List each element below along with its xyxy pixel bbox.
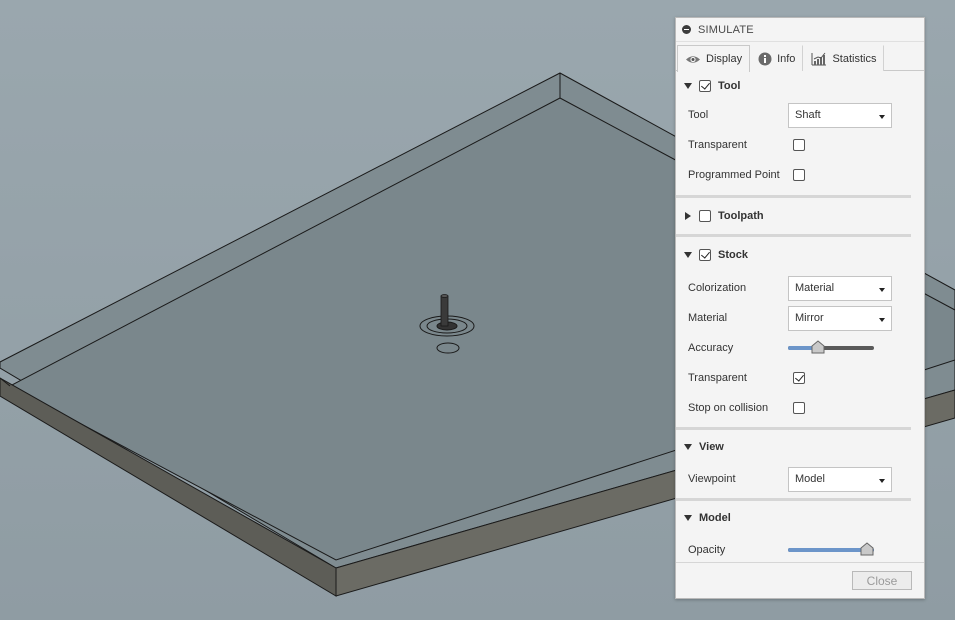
opacity-slider[interactable] bbox=[788, 542, 874, 557]
stock-transparent-checkbox[interactable] bbox=[793, 372, 805, 384]
programmed-point-checkbox[interactable] bbox=[793, 169, 805, 181]
material-dropdown[interactable]: Mirror bbox=[788, 305, 892, 331]
opacity-row: Opacity bbox=[676, 535, 924, 565]
tool-transparent-row: Transparent bbox=[676, 130, 924, 160]
simulate-panel: SIMULATE Display Info Statistics Tool To… bbox=[675, 17, 925, 599]
opacity-label: Opacity bbox=[688, 544, 726, 556]
stop-on-collision-row: Stop on collision bbox=[676, 393, 924, 423]
panel-footer: Close bbox=[676, 562, 924, 598]
stock-transparent-label: Transparent bbox=[688, 372, 747, 384]
viewpoint-label: Viewpoint bbox=[688, 473, 736, 485]
tab-statistics[interactable]: Statistics bbox=[803, 45, 885, 71]
section-view-header[interactable]: View bbox=[676, 430, 924, 464]
expand-triangle-icon[interactable] bbox=[685, 212, 691, 220]
tab-display-label: Display bbox=[706, 53, 743, 65]
viewpoint-row: Viewpoint Model bbox=[676, 464, 924, 494]
eye-icon bbox=[686, 55, 700, 63]
tab-display[interactable]: Display bbox=[677, 45, 751, 72]
close-button[interactable]: Close bbox=[852, 571, 912, 590]
programmed-point-label: Programmed Point bbox=[688, 169, 780, 181]
info-icon bbox=[758, 52, 772, 65]
expand-triangle-icon[interactable] bbox=[684, 444, 692, 450]
section-model-header[interactable]: Model bbox=[676, 501, 924, 535]
section-stock-title: Stock bbox=[718, 249, 748, 261]
tool-row: Tool Shaft bbox=[676, 100, 924, 130]
dropdown-arrow-icon bbox=[879, 114, 885, 119]
toolpath-enabled-checkbox[interactable] bbox=[699, 210, 711, 222]
slider-thumb[interactable] bbox=[860, 542, 874, 556]
tool-transparent-label: Transparent bbox=[688, 139, 747, 151]
tool-label: Tool bbox=[688, 109, 709, 121]
dropdown-arrow-icon bbox=[879, 478, 885, 483]
material-row: Material Mirror bbox=[676, 303, 924, 333]
section-view-title: View bbox=[699, 441, 724, 453]
material-label: Material bbox=[688, 312, 728, 324]
section-stock-header[interactable]: Stock bbox=[676, 237, 924, 273]
tool-dropdown-value: Shaft bbox=[795, 109, 821, 121]
programmed-point-row: Programmed Point bbox=[676, 160, 924, 190]
panel-title: SIMULATE bbox=[698, 23, 754, 36]
tool-dropdown[interactable]: Shaft bbox=[788, 102, 892, 128]
expand-triangle-icon[interactable] bbox=[684, 82, 692, 89]
colorization-row: Colorization Material bbox=[676, 273, 924, 303]
section-toolpath-header[interactable]: Toolpath bbox=[676, 198, 924, 234]
stock-enabled-checkbox[interactable] bbox=[699, 249, 711, 261]
section-model-title: Model bbox=[699, 512, 731, 524]
panel-titlebar[interactable]: SIMULATE bbox=[676, 18, 924, 42]
tab-bar: Display Info Statistics bbox=[676, 42, 924, 72]
tool-transparent-checkbox[interactable] bbox=[793, 139, 805, 151]
section-toolpath-title: Toolpath bbox=[718, 210, 764, 222]
accuracy-row: Accuracy bbox=[676, 333, 924, 363]
tab-info[interactable]: Info bbox=[750, 45, 804, 71]
colorization-label: Colorization bbox=[688, 282, 747, 294]
dropdown-arrow-icon bbox=[879, 317, 885, 322]
expand-triangle-icon[interactable] bbox=[684, 252, 692, 258]
stop-on-collision-label: Stop on collision bbox=[688, 402, 769, 414]
dropdown-arrow-icon bbox=[879, 287, 885, 292]
tab-info-label: Info bbox=[777, 52, 796, 65]
expand-triangle-icon[interactable] bbox=[684, 515, 692, 521]
viewpoint-dropdown-value: Model bbox=[795, 473, 825, 485]
section-tool-header[interactable]: Tool bbox=[676, 71, 924, 100]
section-tool-title: Tool bbox=[718, 79, 741, 92]
stop-on-collision-checkbox[interactable] bbox=[793, 402, 805, 414]
stock-transparent-row: Transparent bbox=[676, 363, 924, 393]
colorization-dropdown[interactable]: Material bbox=[788, 275, 892, 301]
material-dropdown-value: Mirror bbox=[795, 312, 824, 324]
accuracy-label: Accuracy bbox=[688, 342, 734, 354]
accuracy-slider[interactable] bbox=[788, 340, 874, 355]
statistics-chart-icon bbox=[811, 52, 827, 65]
colorization-dropdown-value: Material bbox=[795, 282, 835, 294]
viewpoint-dropdown[interactable]: Model bbox=[788, 466, 892, 492]
slider-thumb[interactable] bbox=[811, 340, 825, 354]
tool-enabled-checkbox[interactable] bbox=[699, 79, 711, 92]
tab-statistics-label: Statistics bbox=[832, 52, 877, 65]
collapse-panel-icon[interactable] bbox=[682, 25, 691, 34]
